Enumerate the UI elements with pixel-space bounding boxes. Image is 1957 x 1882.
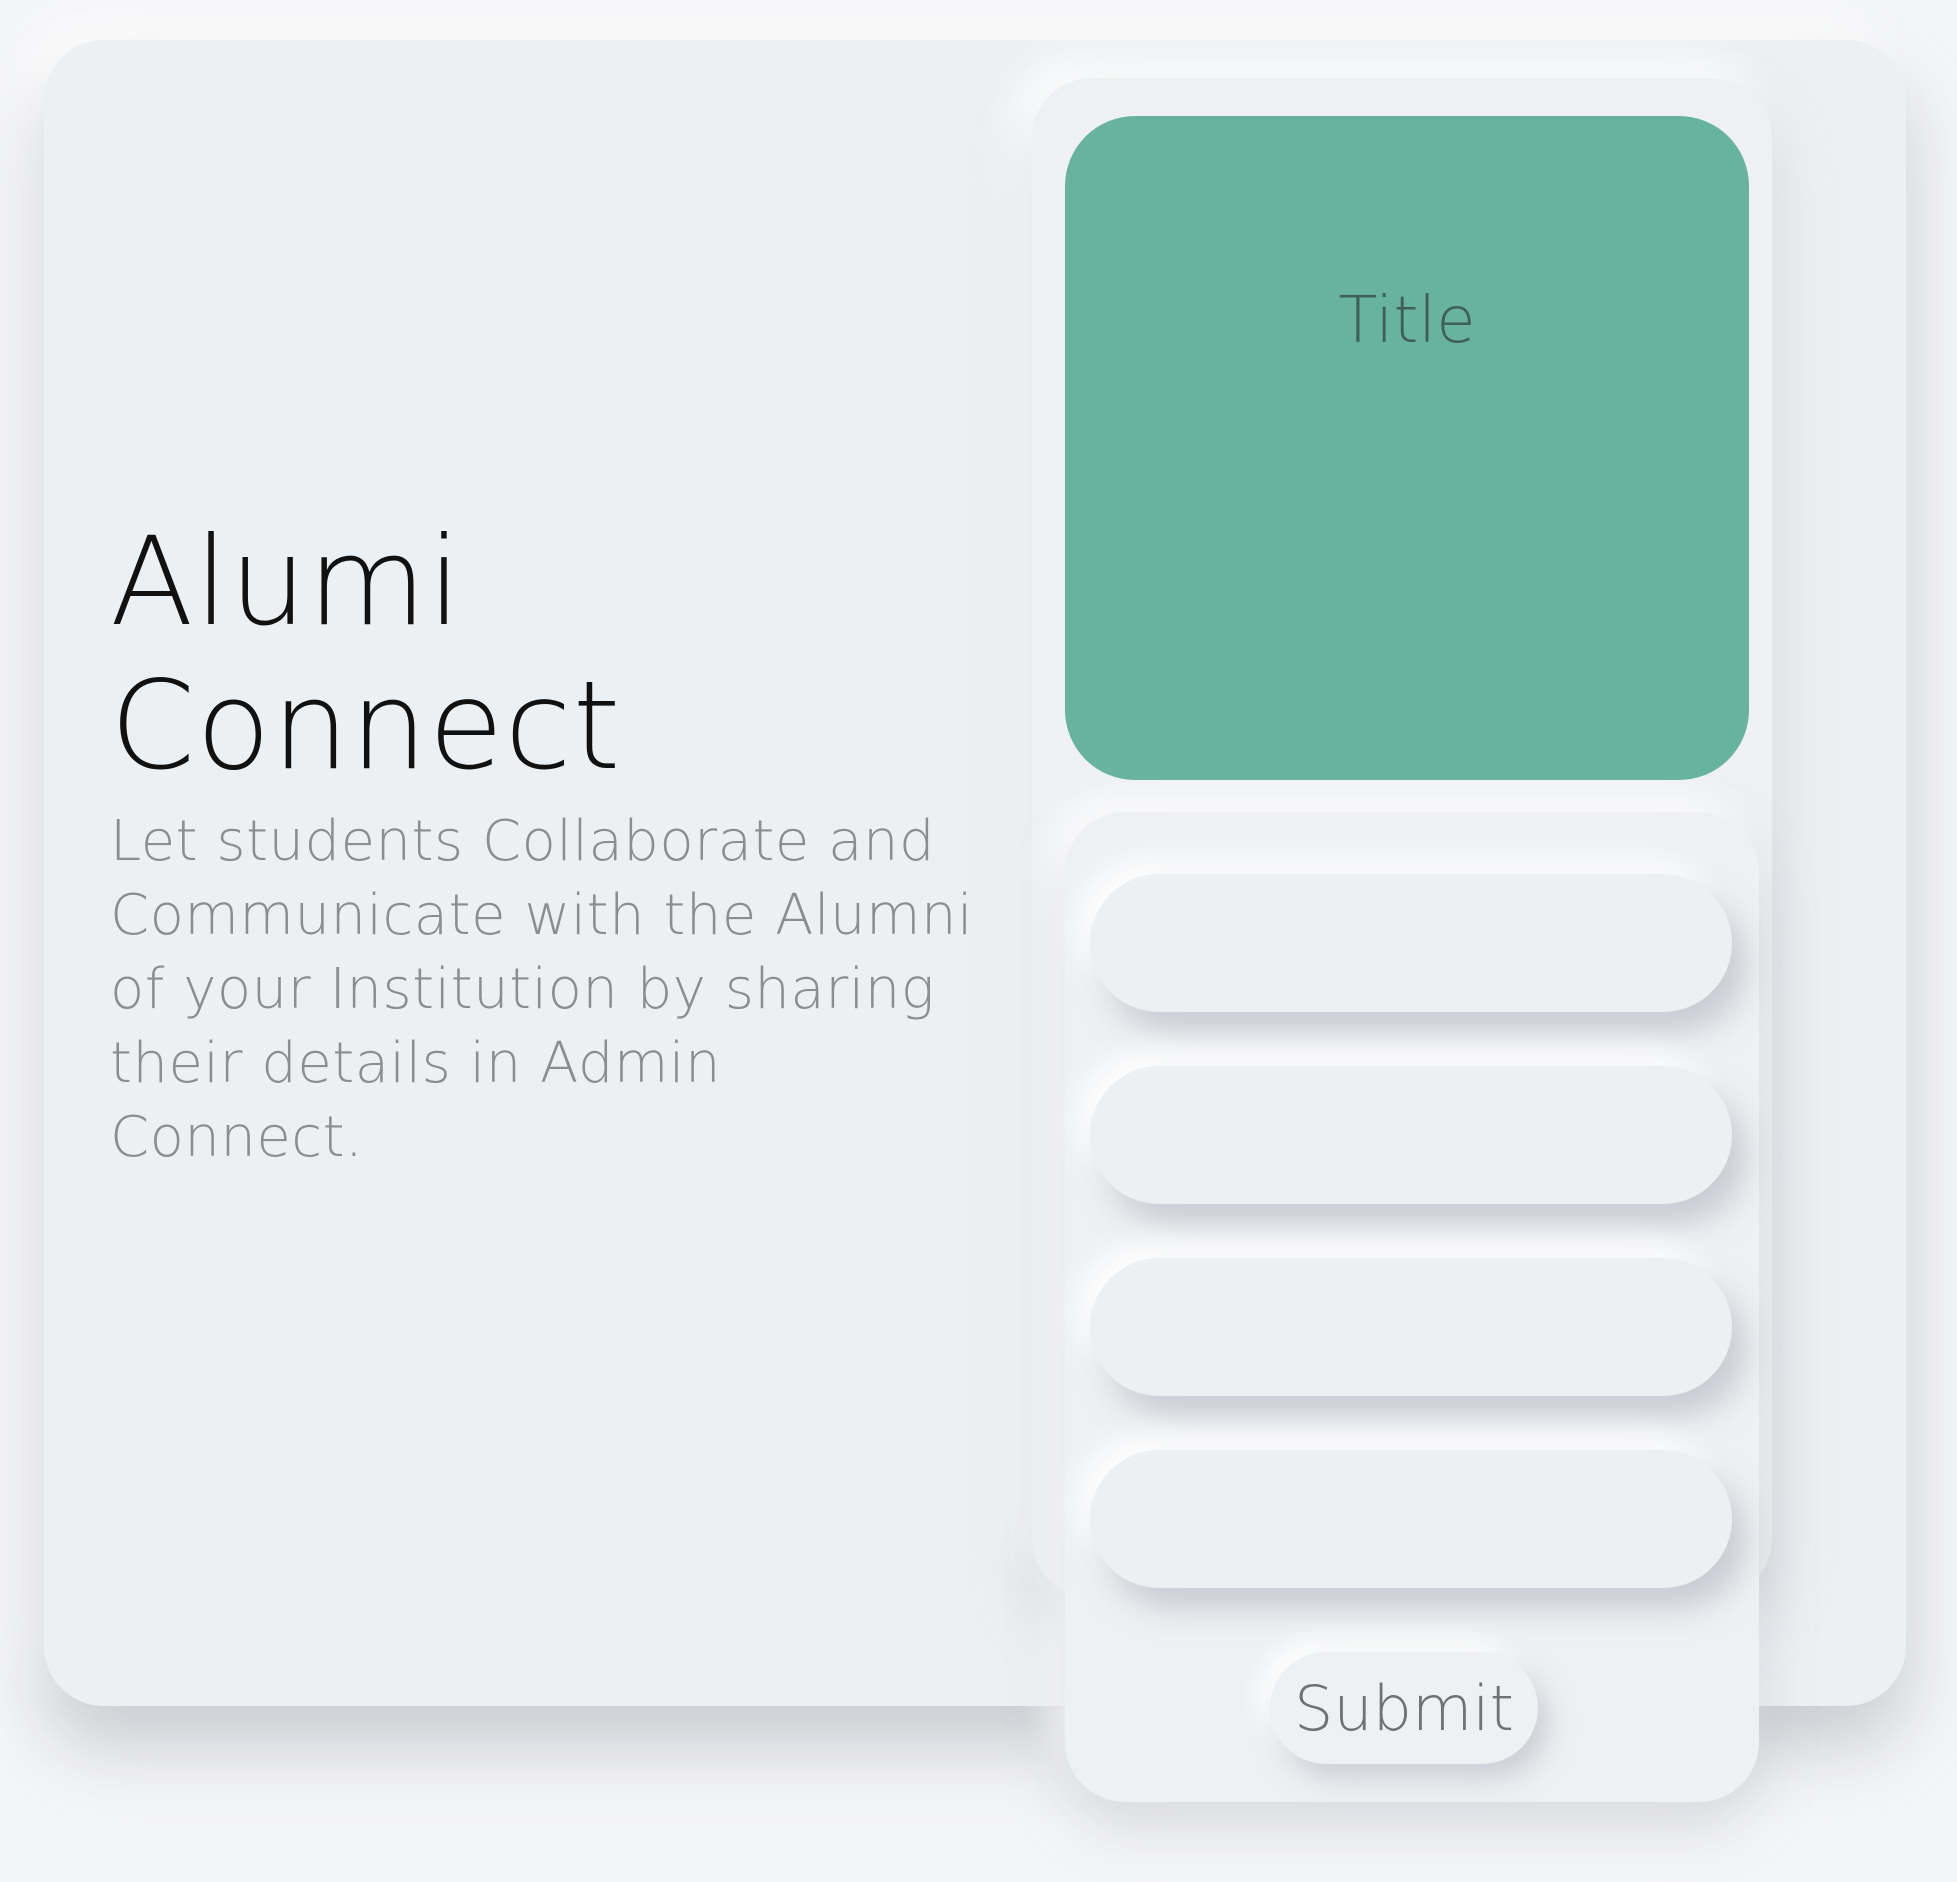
- title-card-heading: Title: [1338, 284, 1476, 358]
- form-input-3[interactable]: [1090, 1258, 1732, 1396]
- hero-title: Alumi Connect: [110, 510, 621, 798]
- submit-button[interactable]: Submit: [1270, 1652, 1538, 1764]
- hero-title-line1: Alumi: [110, 511, 463, 653]
- form-input-4[interactable]: [1090, 1450, 1732, 1588]
- hero-description: Let students Collaborate and Communicate…: [110, 809, 974, 1170]
- title-card: Title: [1065, 116, 1749, 780]
- form-input-2[interactable]: [1090, 1066, 1732, 1204]
- form-input-1[interactable]: [1090, 874, 1732, 1012]
- hero-title-line2: Connect: [110, 655, 622, 797]
